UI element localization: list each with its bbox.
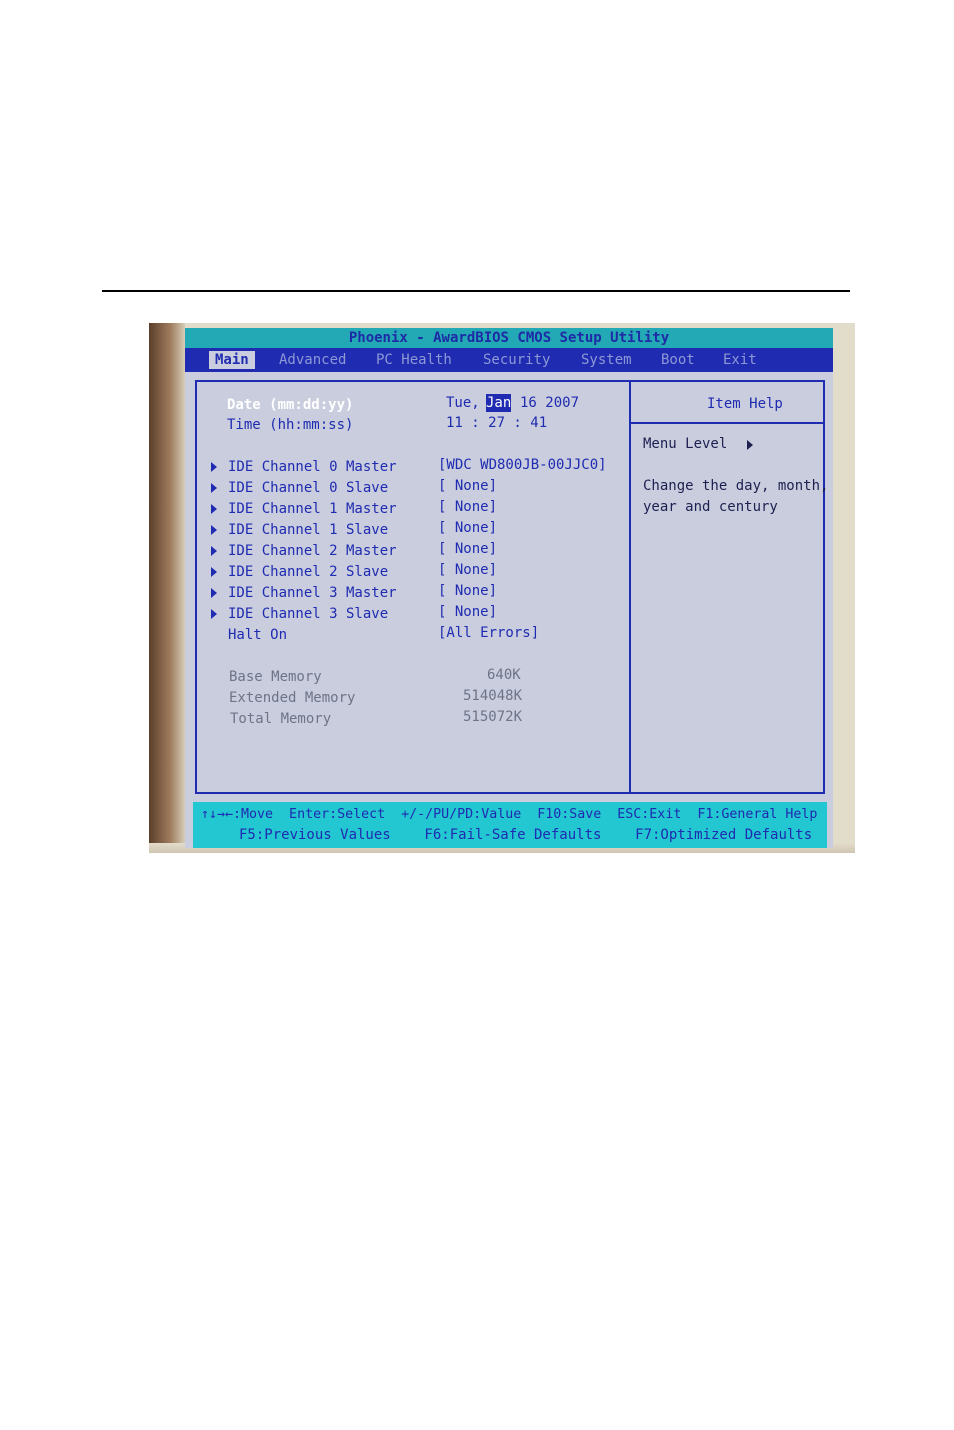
total-memory-label: Total Memory bbox=[230, 711, 332, 727]
menu-advanced[interactable]: Advanced bbox=[273, 351, 352, 369]
ide-channel-0-master-value: [WDC WD800JB-00JJC0] bbox=[438, 457, 607, 473]
ide-channel-3-master-label[interactable]: IDE Channel 3 Master bbox=[228, 584, 397, 602]
document-page: Phoenix - AwardBIOS CMOS Setup Utility M… bbox=[0, 0, 954, 1430]
submenu-arrow-icon bbox=[211, 504, 217, 514]
menu-pc-health[interactable]: PC Health bbox=[370, 351, 458, 369]
ide-channel-0-master-label[interactable]: IDE Channel 0 Master bbox=[228, 458, 397, 476]
submenu-arrow-icon bbox=[211, 462, 217, 472]
submenu-arrow-icon bbox=[211, 567, 217, 577]
submenu-arrow-icon bbox=[211, 483, 217, 493]
ide-channel-3-slave-label[interactable]: IDE Channel 3 Slave bbox=[228, 605, 388, 623]
menu-system[interactable]: System bbox=[575, 351, 638, 369]
bios-title: Phoenix - AwardBIOS CMOS Setup Utility bbox=[185, 328, 833, 348]
ide-channel-1-master-label[interactable]: IDE Channel 1 Master bbox=[228, 500, 397, 518]
date-weekday: Tue, bbox=[446, 395, 480, 411]
item-help-title: Item Help bbox=[707, 396, 783, 412]
menu-boot[interactable]: Boot bbox=[655, 351, 701, 369]
ide-channel-3-master-value: [ None] bbox=[438, 583, 498, 599]
ide-channel-1-slave-label[interactable]: IDE Channel 1 Slave bbox=[228, 521, 388, 539]
horizontal-rule bbox=[102, 290, 850, 292]
ide-channel-2-master-value: [ None] bbox=[438, 541, 498, 557]
settings-panel: Date (mm:dd:yy) Tue, Jan 16 2007 Time (h… bbox=[195, 380, 629, 794]
key-help-line-1: ↑↓→←:Move Enter:Select +/-/PU/PD:Value F… bbox=[201, 807, 818, 822]
extended-memory-value: 514048K bbox=[463, 688, 523, 704]
submenu-arrow-icon bbox=[211, 525, 217, 535]
menu-level-arrow-icon bbox=[747, 440, 753, 450]
time-value[interactable]: 11 : 27 : 41 bbox=[446, 414, 547, 432]
halt-on-value[interactable]: [All Errors] bbox=[438, 624, 539, 642]
submenu-arrow-icon bbox=[211, 546, 217, 556]
help-divider bbox=[631, 422, 823, 424]
ide-channel-1-master-value: [ None] bbox=[438, 499, 498, 515]
help-text-line-2: year and century bbox=[643, 499, 778, 515]
ide-channel-0-slave-value: [ None] bbox=[438, 478, 498, 494]
date-month[interactable]: Jan bbox=[486, 394, 512, 412]
item-help-panel: Item Help Menu Level Change the day, mon… bbox=[629, 380, 829, 794]
submenu-arrow-icon bbox=[211, 609, 217, 619]
submenu-arrow-icon bbox=[211, 588, 217, 598]
key-help-line-2: F5:Previous Values F6:Fail-Safe Defaults… bbox=[239, 827, 813, 843]
bios-menu-bar: Main Advanced PC Health Security System … bbox=[185, 348, 833, 372]
monitor-bezel-left bbox=[149, 323, 185, 853]
base-memory-label: Base Memory bbox=[229, 669, 322, 685]
menu-security[interactable]: Security bbox=[477, 351, 556, 369]
bios-screen: Phoenix - AwardBIOS CMOS Setup Utility M… bbox=[185, 328, 833, 848]
help-text-line-1: Change the day, month, bbox=[643, 478, 829, 494]
date-label[interactable]: Date (mm:dd:yy) bbox=[227, 396, 353, 414]
ide-channel-1-slave-value: [ None] bbox=[438, 520, 498, 536]
bios-screenshot-photo: Phoenix - AwardBIOS CMOS Setup Utility M… bbox=[149, 323, 855, 853]
menu-exit[interactable]: Exit bbox=[717, 351, 763, 369]
halt-on-label[interactable]: Halt On bbox=[228, 626, 287, 644]
time-label[interactable]: Time (hh:mm:ss) bbox=[227, 416, 353, 434]
key-help-bar: ↑↓→←:Move Enter:Select +/-/PU/PD:Value F… bbox=[193, 802, 827, 848]
extended-memory-label: Extended Memory bbox=[229, 690, 356, 706]
base-memory-value: 640K bbox=[487, 667, 521, 683]
ide-channel-3-slave-value: [ None] bbox=[438, 604, 498, 620]
ide-channel-2-slave-label[interactable]: IDE Channel 2 Slave bbox=[228, 563, 388, 581]
menu-main[interactable]: Main bbox=[209, 351, 255, 369]
ide-channel-0-slave-label[interactable]: IDE Channel 0 Slave bbox=[228, 479, 388, 497]
total-memory-value: 515072K bbox=[463, 709, 523, 725]
date-rest[interactable]: 16 2007 bbox=[520, 394, 579, 412]
ide-channel-2-slave-value: [ None] bbox=[438, 562, 498, 578]
ide-channel-2-master-label[interactable]: IDE Channel 2 Master bbox=[228, 542, 397, 560]
menu-level-label: Menu Level bbox=[643, 436, 728, 452]
